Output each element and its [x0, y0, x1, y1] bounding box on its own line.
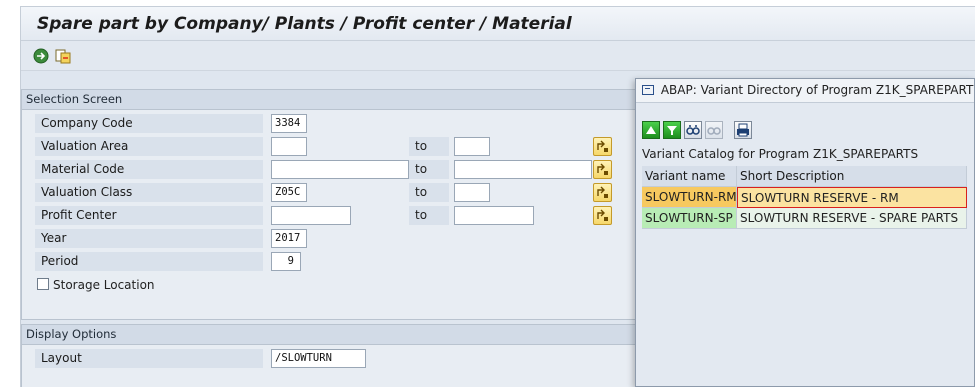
multiple-selection-icon — [597, 186, 608, 198]
material-code-multiple-selection-button[interactable] — [593, 160, 612, 179]
layout-label: Layout — [35, 349, 263, 368]
selection-screen-header: Selection Screen — [22, 90, 660, 110]
title-bar: Spare part by Company/ Plants / Profit c… — [21, 7, 975, 41]
display-options-group: Display Options Layout /SLOWTURN — [21, 324, 661, 387]
valuation-class-to-label: to — [409, 183, 449, 202]
dialog-title: ABAP: Variant Directory of Program Z1K_S… — [660, 83, 975, 97]
storage-location-row: Storage Location — [22, 274, 660, 296]
valuation-class-to-field[interactable] — [454, 183, 490, 202]
multiple-selection-icon — [597, 163, 608, 175]
column-header-variant-name[interactable]: Variant name — [642, 166, 737, 187]
table-row[interactable]: SLOWTURN-RM SLOWTURN RESERVE - RM — [642, 187, 972, 208]
variant-catalog-label: Variant Catalog for Program Z1K_SPAREPAR… — [642, 147, 919, 161]
material-code-from-field[interactable] — [271, 160, 409, 179]
valuation-area-to-label: to — [409, 137, 449, 156]
find-next-icon[interactable] — [705, 121, 723, 139]
year-label: Year — [35, 229, 263, 248]
dialog-window-icon — [642, 85, 654, 95]
execute-icon[interactable] — [33, 48, 49, 64]
profit-center-row: Profit Center to — [22, 204, 660, 226]
period-label: Period — [35, 252, 263, 271]
get-variant-icon[interactable] — [55, 48, 71, 64]
valuation-class-row: Valuation Class Z05C to — [22, 181, 660, 203]
profit-center-from-field[interactable] — [271, 206, 351, 225]
multiple-selection-icon — [597, 209, 608, 221]
period-field[interactable]: 9 — [271, 252, 301, 271]
valuation-class-label: Valuation Class — [35, 183, 263, 202]
material-code-label: Material Code — [35, 160, 263, 179]
period-row: Period 9 — [22, 250, 660, 272]
layout-field[interactable]: /SLOWTURN — [271, 349, 366, 368]
column-header-short-description[interactable]: Short Description — [737, 166, 967, 187]
company-code-field[interactable]: 3384 — [271, 114, 307, 133]
profit-center-to-label: to — [409, 206, 449, 225]
print-icon[interactable] — [734, 121, 752, 139]
storage-location-label: Storage Location — [53, 278, 155, 292]
selection-screen-group: Selection Screen Company Code 3384 Valua… — [21, 89, 661, 320]
valuation-class-multiple-selection-button[interactable] — [593, 183, 612, 202]
sort-ascending-icon[interactable] — [642, 121, 660, 139]
variant-name-cell[interactable]: SLOWTURN-RM — [642, 187, 737, 208]
storage-location-checkbox[interactable] — [37, 278, 49, 290]
variant-name-cell[interactable]: SLOWTURN-SP — [642, 208, 737, 229]
display-options-header: Display Options — [22, 325, 660, 345]
company-code-row: Company Code 3384 — [22, 112, 660, 134]
valuation-area-label: Valuation Area — [35, 137, 263, 156]
table-header-row: Variant name Short Description — [642, 166, 972, 187]
layout-row: Layout /SLOWTURN — [22, 347, 660, 369]
valuation-area-to-field[interactable] — [454, 137, 490, 156]
material-code-to-field[interactable] — [454, 160, 592, 179]
material-code-to-label: to — [409, 160, 449, 179]
find-icon[interactable] — [684, 121, 702, 139]
valuation-area-multiple-selection-button[interactable] — [593, 137, 612, 156]
table-row[interactable]: SLOWTURN-SP SLOWTURN RESERVE - SPARE PAR… — [642, 208, 972, 229]
company-code-label: Company Code — [35, 114, 263, 133]
filter-icon[interactable] — [663, 121, 681, 139]
valuation-area-row: Valuation Area to — [22, 135, 660, 157]
material-code-row: Material Code to — [22, 158, 660, 180]
profit-center-label: Profit Center — [35, 206, 263, 225]
application-toolbar — [21, 41, 975, 71]
profit-center-to-field[interactable] — [454, 206, 534, 225]
valuation-class-from-field[interactable]: Z05C — [271, 183, 307, 202]
variant-table: Variant name Short Description SLOWTURN-… — [642, 166, 972, 229]
page-title: Spare part by Company/ Plants / Profit c… — [37, 14, 572, 34]
year-field[interactable]: 2017 — [271, 229, 307, 248]
short-description-cell[interactable]: SLOWTURN RESERVE - SPARE PARTS — [737, 208, 967, 229]
short-description-cell[interactable]: SLOWTURN RESERVE - RM — [737, 187, 967, 208]
dialog-title-bar: ABAP: Variant Directory of Program Z1K_S… — [636, 79, 974, 103]
variant-directory-dialog: ABAP: Variant Directory of Program Z1K_S… — [635, 78, 975, 387]
valuation-area-from-field[interactable] — [271, 137, 307, 156]
multiple-selection-icon — [597, 140, 608, 152]
profit-center-multiple-selection-button[interactable] — [593, 206, 612, 225]
year-row: Year 2017 — [22, 227, 660, 249]
